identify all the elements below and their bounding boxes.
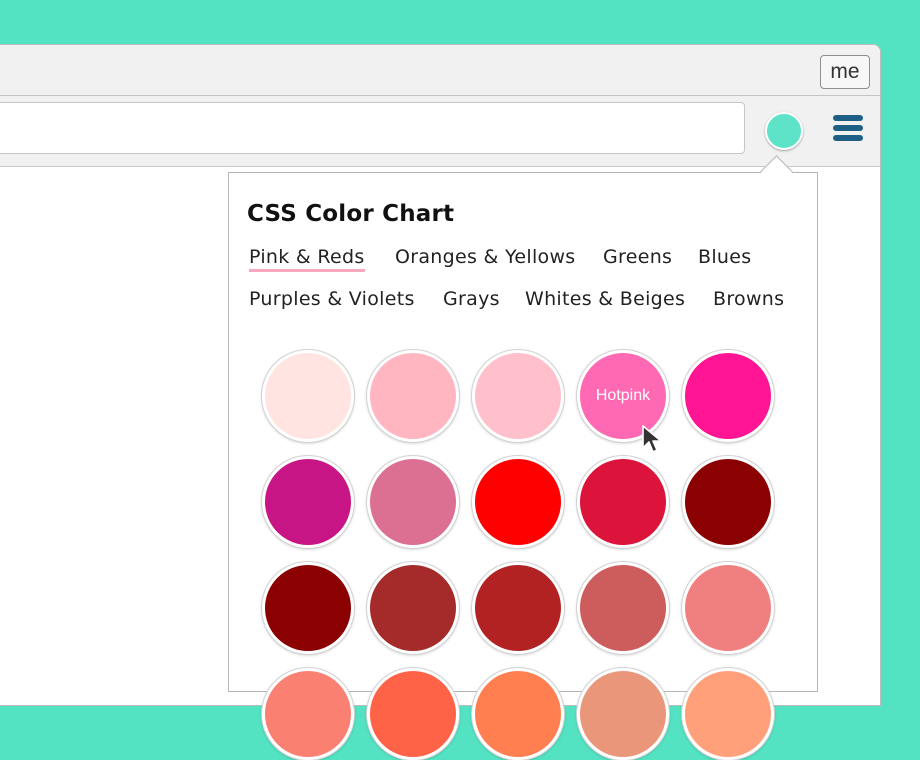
color-swatch[interactable] <box>367 562 459 654</box>
title-bar: me <box>0 45 880 96</box>
popup-title: CSS Color Chart <box>247 201 455 227</box>
tab-blues[interactable]: Blues <box>698 246 751 268</box>
color-swatch[interactable] <box>262 668 354 760</box>
profile-button[interactable]: me <box>820 55 870 89</box>
tab-grays[interactable]: Grays <box>443 288 500 310</box>
browser-toolbar <box>0 96 880 167</box>
tab-pink-reds[interactable]: Pink & Reds <box>249 246 365 272</box>
color-chart-popup: CSS Color Chart Pink & Reds Oranges & Ye… <box>228 172 818 760</box>
color-swatch[interactable] <box>577 562 669 654</box>
color-swatch[interactable] <box>682 562 774 654</box>
color-swatch[interactable] <box>577 668 669 760</box>
color-swatch[interactable] <box>367 350 459 442</box>
hamburger-menu-icon[interactable] <box>833 115 863 141</box>
color-swatch[interactable] <box>262 562 354 654</box>
tab-greens[interactable]: Greens <box>603 246 672 268</box>
tab-whites-beiges[interactable]: Whites & Beiges <box>525 288 685 310</box>
color-swatch[interactable] <box>367 668 459 760</box>
color-swatch[interactable] <box>682 350 774 442</box>
color-swatch[interactable] <box>367 456 459 548</box>
tab-purples-violets[interactable]: Purples & Violets <box>249 288 415 310</box>
color-chart-extension-icon[interactable] <box>765 112 803 150</box>
swatch-hover-label: Hotpink <box>595 387 651 404</box>
tab-oranges-yellows[interactable]: Oranges & Yellows <box>395 246 576 268</box>
color-swatch[interactable] <box>682 456 774 548</box>
mouse-pointer-icon <box>642 425 662 453</box>
tab-browns[interactable]: Browns <box>713 288 784 310</box>
color-swatch[interactable] <box>472 456 564 548</box>
address-bar[interactable] <box>0 102 745 154</box>
color-swatch[interactable] <box>262 456 354 548</box>
color-swatch[interactable] <box>682 668 774 760</box>
color-swatch[interactable] <box>472 562 564 654</box>
color-swatch[interactable] <box>472 668 564 760</box>
color-swatch[interactable] <box>262 350 354 442</box>
color-swatch[interactable] <box>577 456 669 548</box>
color-swatch[interactable] <box>472 350 564 442</box>
